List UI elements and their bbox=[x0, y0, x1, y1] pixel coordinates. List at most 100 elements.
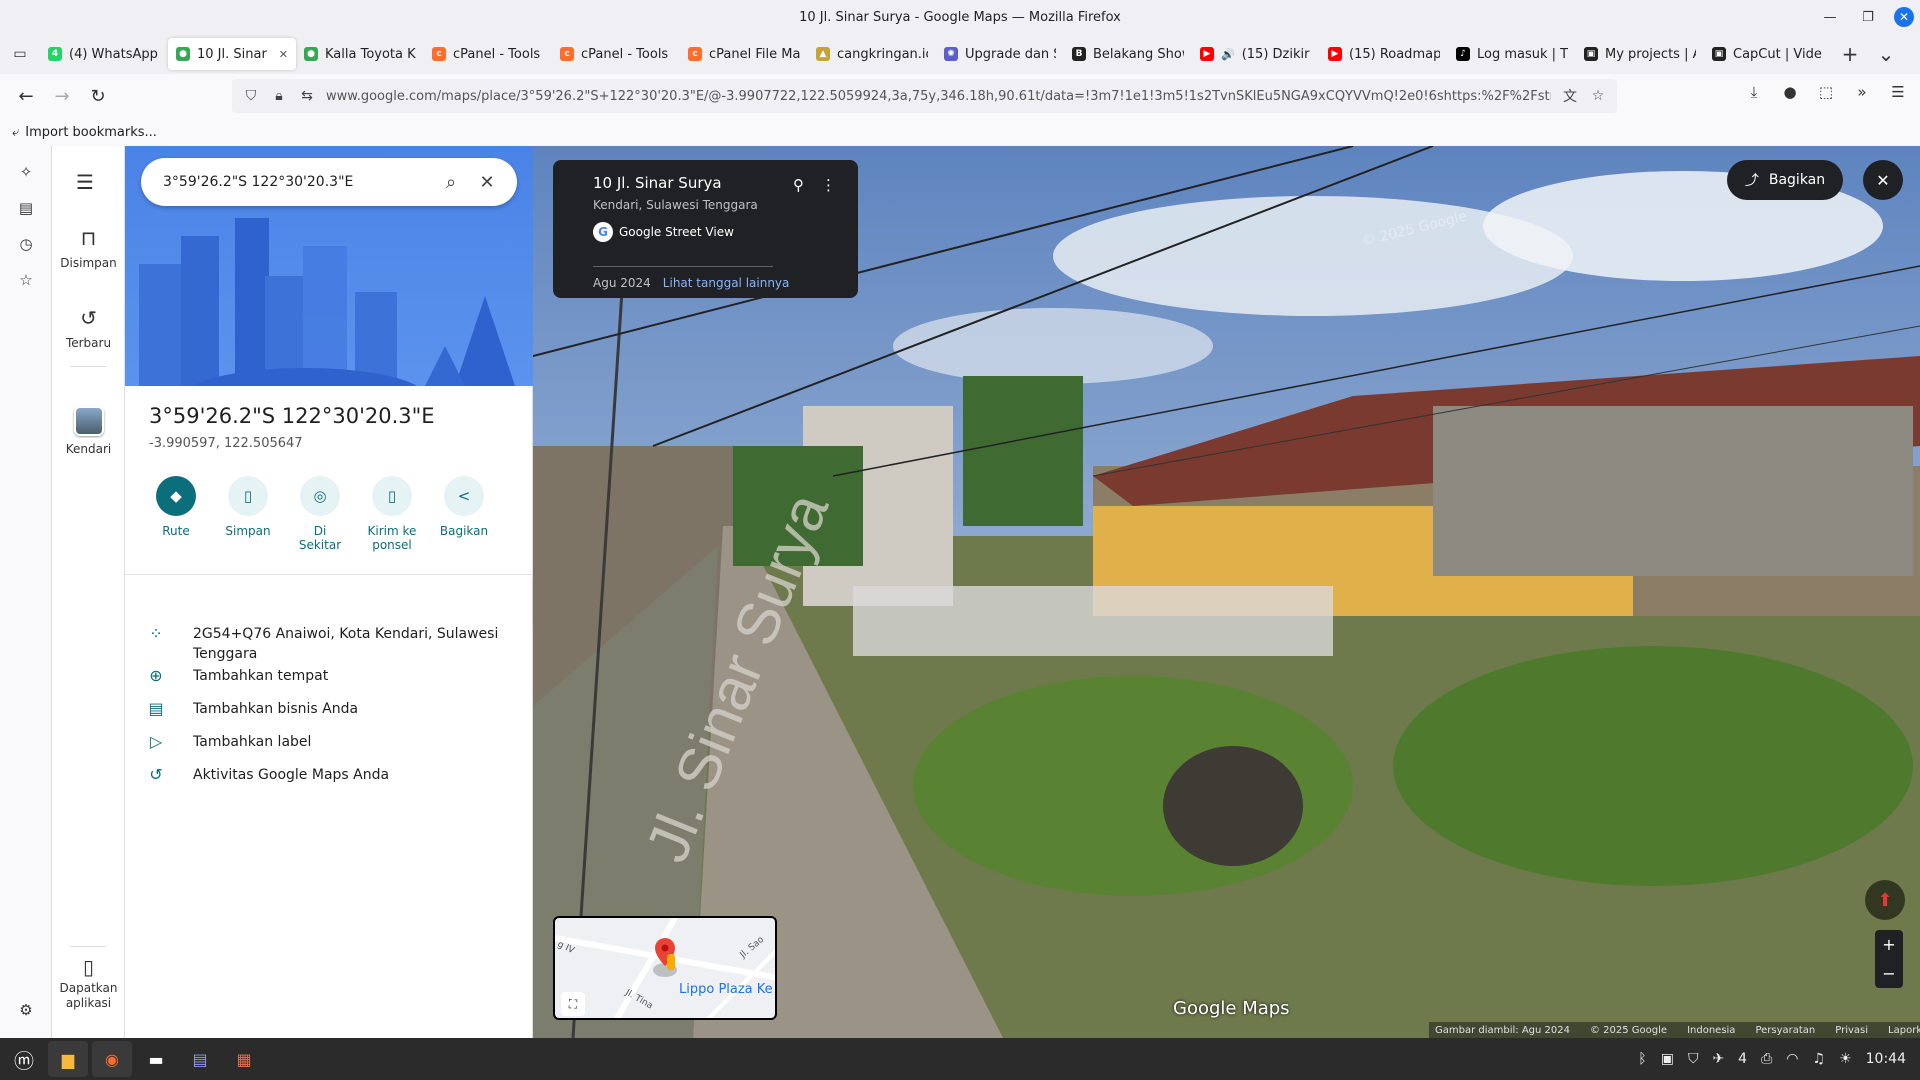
bluetooth-icon[interactable]: ᛒ bbox=[1638, 1051, 1646, 1067]
tab-list-icon[interactable]: ▭ bbox=[0, 34, 40, 74]
printer-icon[interactable]: ⎙ bbox=[1761, 1051, 1772, 1067]
system-tray: ᛒ ▣ ⛉ ✈ 4 ⎙ ◠ ♫ ☀ 10:44 bbox=[1638, 1038, 1906, 1080]
action-bagikan[interactable]: < Bagikan bbox=[437, 476, 491, 552]
wifi-icon[interactable]: ◠ bbox=[1786, 1051, 1798, 1067]
text-editor-app-icon[interactable]: ▤ bbox=[180, 1041, 220, 1077]
close-window-icon[interactable]: ✕ bbox=[1894, 7, 1914, 27]
forward-icon[interactable]: → bbox=[44, 78, 80, 114]
browser-tab[interactable]: ▣ CapCut | Vide bbox=[1704, 38, 1832, 70]
maps-pin-icon: ● bbox=[176, 47, 190, 61]
history-sidebar-icon[interactable]: ◷ bbox=[14, 232, 38, 256]
action-kirim-ke-ponsel[interactable]: ▯ Kirim ke ponsel bbox=[365, 476, 419, 552]
rail-saved[interactable]: ⊓ Disimpan bbox=[52, 226, 125, 270]
browser-tab[interactable]: ♪ Log masuk | Ti bbox=[1448, 38, 1576, 70]
workspace-badge[interactable]: 4 bbox=[1738, 1051, 1747, 1067]
lock-icon[interactable]: 🔒︎ bbox=[270, 88, 288, 104]
synced-tabs-icon[interactable]: ▤ bbox=[14, 196, 38, 220]
restore-icon[interactable]: ❐ bbox=[1856, 5, 1880, 29]
browser-tab[interactable]: c cPanel File Ma bbox=[680, 38, 808, 70]
browser-tab[interactable]: ▲ cangkringan.ic bbox=[808, 38, 936, 70]
menu-icon[interactable]: ☰ bbox=[76, 170, 94, 194]
info-row[interactable]: ▤ Tambahkan bisnis Anda bbox=[145, 699, 515, 719]
action-simpan[interactable]: ▯ Simpan bbox=[221, 476, 275, 552]
browser-tab[interactable]: ▣ My projects | A bbox=[1576, 38, 1704, 70]
clock[interactable]: 10:44 bbox=[1866, 1051, 1906, 1067]
url-bar[interactable]: ⛉ 🔒︎ ⇆ www.google.com/maps/place/3°59'26… bbox=[232, 79, 1617, 113]
browser-sidebar: ✧ ▤ ◷ ☆ ⚙ bbox=[0, 146, 52, 1038]
see-more-dates-link[interactable]: Lihat tanggal lainnya bbox=[663, 276, 790, 290]
clear-search-icon[interactable]: ✕ bbox=[469, 164, 505, 200]
new-tab-icon[interactable]: + bbox=[1832, 36, 1868, 72]
browser-tab[interactable]: ▶ (15) Roadmap bbox=[1320, 38, 1448, 70]
terminal-app-icon[interactable]: ▬ bbox=[136, 1041, 176, 1077]
browser-tab[interactable]: c cPanel - Tools bbox=[552, 38, 680, 70]
translate-icon[interactable]: 文 bbox=[1561, 86, 1579, 106]
permissions-icon[interactable]: ⇆ bbox=[298, 88, 316, 104]
card-title: 10 Jl. Sinar Surya bbox=[593, 174, 722, 192]
maps-pin-icon: ● bbox=[304, 47, 318, 61]
start-menu-icon[interactable]: ⓜ bbox=[4, 1041, 44, 1077]
app-menu-icon[interactable]: ☰ bbox=[1884, 78, 1912, 106]
files-app-icon[interactable]: ▆ bbox=[48, 1041, 88, 1077]
bookmark-star-icon[interactable]: ☆ bbox=[1589, 88, 1607, 104]
attribution-item[interactable]: Indonesia bbox=[1687, 1025, 1735, 1036]
attribution-item[interactable]: Laporkan masalah bbox=[1888, 1025, 1920, 1036]
rail-recent[interactable]: ↺ Terbaru bbox=[52, 306, 125, 350]
browser-tab[interactable]: 4 (4) WhatsApp bbox=[40, 38, 168, 70]
action-di-sekitar[interactable]: ◎ Di Sekitar bbox=[293, 476, 347, 552]
music-icon[interactable]: ♫ bbox=[1813, 1051, 1826, 1067]
clipboard-icon[interactable]: ▣ bbox=[1661, 1051, 1674, 1067]
browser-tab[interactable]: ● Kalla Toyota K bbox=[296, 38, 424, 70]
extensions-icon[interactable]: ⬚ bbox=[1812, 78, 1840, 106]
action-rute[interactable]: ◆ Rute bbox=[149, 476, 203, 552]
more-options-icon[interactable]: ⋮ bbox=[821, 176, 836, 194]
overflow-icon[interactable]: » bbox=[1848, 78, 1876, 106]
search-input[interactable] bbox=[163, 174, 433, 190]
import-bookmarks-link[interactable]: Import bookmarks... bbox=[25, 125, 157, 140]
street-view[interactable]: Jl. Sinar Surya © 2025 Google 10 Jl. Sin… bbox=[533, 146, 1920, 1038]
window-controls: — ❐ ✕ bbox=[1818, 0, 1920, 34]
browser-tab[interactable]: ▶ 🔊 (15) Dzikir bbox=[1192, 38, 1320, 70]
firefox-app-icon[interactable]: ◉ bbox=[92, 1041, 132, 1077]
tracking-shield-icon[interactable]: ⛉ bbox=[242, 88, 260, 104]
browser-tab[interactable]: ✺ Upgrade dan S bbox=[936, 38, 1064, 70]
compass-icon[interactable]: ⬆ bbox=[1865, 880, 1905, 920]
browser-tab[interactable]: B Belakang Show bbox=[1064, 38, 1192, 70]
info-row[interactable]: ▷ Tambahkan label bbox=[145, 732, 515, 752]
sidebar-settings-icon[interactable]: ⚙ bbox=[14, 998, 38, 1022]
reload-icon[interactable]: ↻ bbox=[80, 78, 116, 114]
expand-map-icon[interactable]: ⛶ bbox=[561, 992, 585, 1016]
place-coordinates[interactable]: -3.990597, 122.505647 bbox=[149, 436, 303, 451]
rail-recent-place[interactable]: Kendari bbox=[52, 406, 125, 456]
search-box[interactable]: ⌕ ✕ bbox=[141, 158, 517, 206]
account-icon[interactable]: ● bbox=[1776, 78, 1804, 106]
audio-playing-icon[interactable]: 🔊 bbox=[1221, 48, 1235, 61]
close-street-view-button[interactable]: ✕ bbox=[1863, 160, 1903, 200]
security-shield-icon[interactable]: ⛉ bbox=[1688, 1051, 1699, 1067]
search-icon[interactable]: ⌕ bbox=[433, 164, 469, 200]
minimize-icon[interactable]: — bbox=[1818, 5, 1842, 29]
share-button[interactable]: ⤴ Bagikan bbox=[1727, 160, 1843, 200]
browser-tab[interactable]: ● 10 Jl. Sinar ✕ bbox=[168, 38, 296, 70]
rail-get-app[interactable]: ▯ Dapatkan aplikasi bbox=[52, 957, 125, 1011]
list-all-tabs-icon[interactable]: ⌄ bbox=[1868, 36, 1904, 72]
bookmarks-sidebar-icon[interactable]: ☆ bbox=[14, 268, 38, 292]
zoom-out-icon[interactable]: − bbox=[1882, 964, 1895, 983]
location-pin-icon[interactable]: ⚲ bbox=[793, 176, 804, 194]
brightness-icon[interactable]: ☀ bbox=[1839, 1051, 1852, 1067]
downloads-icon[interactable]: ⤓ bbox=[1740, 78, 1768, 106]
place-thumbnail bbox=[73, 406, 104, 436]
browser-tab[interactable]: c cPanel - Tools bbox=[424, 38, 552, 70]
back-icon[interactable]: ← bbox=[8, 78, 44, 114]
mini-map[interactable]: g IV Jl. Sao Jl. Tina Lippo Plaza Ke ⛶ bbox=[553, 916, 777, 1020]
attribution-item[interactable]: Persyaratan bbox=[1755, 1025, 1815, 1036]
url-text[interactable]: www.google.com/maps/place/3°59'26.2"S+12… bbox=[326, 89, 1551, 104]
updates-icon[interactable]: ✈ bbox=[1712, 1051, 1724, 1067]
attribution-item[interactable]: Privasi bbox=[1835, 1025, 1868, 1036]
close-tab-icon[interactable]: ✕ bbox=[279, 48, 288, 61]
ai-chat-icon[interactable]: ✧ bbox=[14, 160, 38, 184]
calculator-app-icon[interactable]: ▦ bbox=[224, 1041, 264, 1077]
info-row[interactable]: ↺ Aktivitas Google Maps Anda bbox=[145, 765, 515, 785]
info-row[interactable]: ⊕ Tambahkan tempat bbox=[145, 666, 515, 686]
zoom-in-icon[interactable]: + bbox=[1882, 935, 1895, 954]
